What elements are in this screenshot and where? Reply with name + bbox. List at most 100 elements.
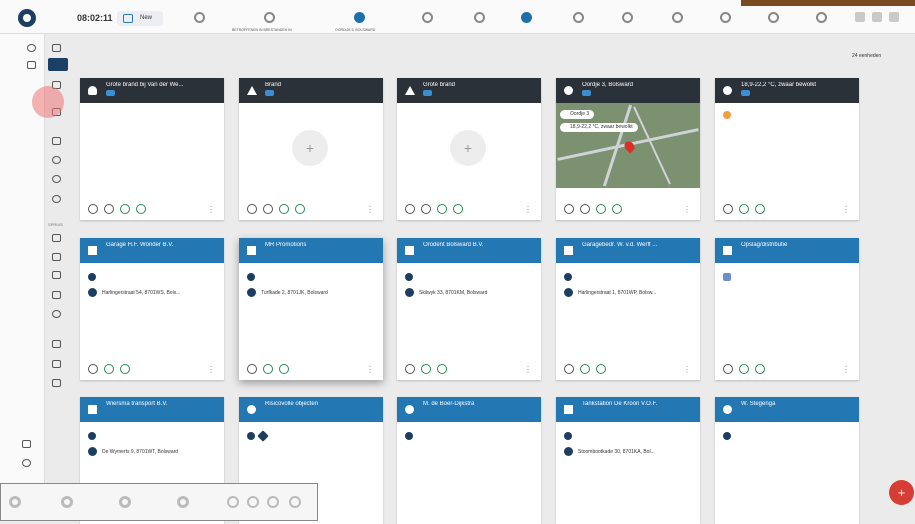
unit-icon[interactable] <box>755 204 765 214</box>
add-button[interactable]: + <box>450 130 486 166</box>
unit-icon[interactable] <box>247 204 257 214</box>
unit-icon[interactable] <box>723 204 733 214</box>
grid-icon[interactable] <box>22 440 31 448</box>
unit-icon[interactable] <box>564 204 574 214</box>
unit-icon[interactable] <box>672 12 683 23</box>
unit-icon[interactable] <box>723 364 733 374</box>
settings-icon[interactable] <box>855 12 865 22</box>
card-object[interactable]: Garagebedr. W. v.d. Werff ... Harlingers… <box>556 238 700 380</box>
unit-icon[interactable] <box>119 496 131 508</box>
unit-icon[interactable] <box>720 12 731 23</box>
search-icon[interactable] <box>27 44 36 52</box>
unit-icon[interactable] <box>295 204 305 214</box>
more-icon[interactable]: ⋮ <box>683 205 691 214</box>
unit-icon[interactable] <box>263 364 273 374</box>
more-icon[interactable]: ⋮ <box>366 205 374 214</box>
hourglass-icon[interactable] <box>872 12 882 22</box>
unit-icon[interactable] <box>573 12 584 23</box>
menu-icon[interactable] <box>889 12 899 22</box>
pin-icon[interactable] <box>289 496 301 508</box>
list-icon[interactable] <box>52 379 61 387</box>
unit-icon[interactable] <box>437 204 447 214</box>
unit-icon[interactable] <box>739 204 749 214</box>
card-incident[interactable]: Grote brand + ⋮ <box>397 78 541 220</box>
more-icon[interactable]: ⋮ <box>683 365 691 374</box>
card-object[interactable]: MR Promotions Turfkade 2, 8701JK, Bolswa… <box>239 238 383 380</box>
unit-icon[interactable] <box>88 364 98 374</box>
add-fab-button[interactable]: + <box>889 480 914 505</box>
target-icon[interactable] <box>52 175 61 183</box>
target-icon[interactable] <box>22 459 31 467</box>
unit-icon[interactable] <box>739 364 749 374</box>
card-incident[interactable]: Brand + ⋮ <box>239 78 383 220</box>
unit-icon[interactable] <box>88 204 98 214</box>
unit-icon[interactable] <box>422 12 433 23</box>
app-logo[interactable] <box>18 9 36 27</box>
target-icon[interactable] <box>52 310 61 318</box>
unit-icon[interactable] <box>437 364 447 374</box>
unit-icon[interactable] <box>768 12 779 23</box>
unit-icon[interactable] <box>596 204 606 214</box>
unit-icon[interactable] <box>474 12 485 23</box>
more-icon[interactable]: ⋮ <box>366 365 374 374</box>
grid-icon[interactable] <box>27 61 36 69</box>
chart-icon[interactable] <box>52 291 61 299</box>
location-icon[interactable] <box>354 12 365 23</box>
card-location[interactable]: Oordje 3, Bolsward Oordje 3 18,9-22,2 °C… <box>556 78 700 220</box>
map[interactable]: Oordje 3 18,9-22,2 °C, zwaar bewolkt <box>556 103 700 188</box>
share-icon[interactable] <box>52 137 61 145</box>
card-object[interactable]: M. de Boer-Dijkstra <box>397 397 541 524</box>
unit-icon[interactable] <box>177 496 189 508</box>
target-icon[interactable] <box>52 156 61 164</box>
unit-icon[interactable] <box>521 12 532 23</box>
link-icon[interactable] <box>263 204 273 214</box>
chevron-right-icon[interactable] <box>52 360 61 368</box>
target-icon[interactable] <box>52 195 61 203</box>
unit-icon[interactable] <box>816 12 827 23</box>
unit-icon[interactable] <box>61 496 73 508</box>
menu-icon[interactable] <box>267 496 279 508</box>
unit-icon[interactable] <box>453 204 463 214</box>
unit-icon[interactable] <box>405 204 415 214</box>
square-icon[interactable] <box>52 340 61 348</box>
more-icon[interactable]: ⋮ <box>842 365 850 374</box>
document-icon[interactable] <box>52 44 61 52</box>
building-icon[interactable] <box>52 253 61 261</box>
unit-icon[interactable] <box>279 204 289 214</box>
unit-icon[interactable] <box>564 364 574 374</box>
card-object[interactable]: Orodent Bolsward B.V. Skilwyk 33, 8701KM… <box>397 238 541 380</box>
add-button[interactable]: + <box>292 130 328 166</box>
more-icon[interactable]: ⋮ <box>524 205 532 214</box>
card-weather[interactable]: 18,9-22,2 °C, zwaar bewolkt ⋮ <box>715 78 859 220</box>
more-icon[interactable]: ⋮ <box>207 205 215 214</box>
settings-icon[interactable] <box>227 496 239 508</box>
unit-icon[interactable] <box>120 204 130 214</box>
card-object[interactable]: Tankstation De Kroon V.O.F. Stoombootkad… <box>556 397 700 524</box>
unit-icon[interactable] <box>612 204 622 214</box>
unit-icon[interactable] <box>596 364 606 374</box>
unit-icon[interactable] <box>104 364 114 374</box>
unit-icon[interactable] <box>120 364 130 374</box>
unit-icon[interactable] <box>247 364 257 374</box>
more-icon[interactable]: ⋮ <box>524 365 532 374</box>
link-icon[interactable] <box>580 204 590 214</box>
card-object[interactable]: Opslag/distributie ⋮ <box>715 238 859 380</box>
unit-icon[interactable] <box>421 364 431 374</box>
link-icon[interactable] <box>104 204 114 214</box>
card-object[interactable]: Garage H.F. Wonder B.V. Harlingerstraat … <box>80 238 224 380</box>
card-object[interactable]: W. Stegenga <box>715 397 859 524</box>
unit-icon[interactable] <box>622 12 633 23</box>
book-icon[interactable] <box>52 271 61 279</box>
hourglass-icon[interactable] <box>247 496 259 508</box>
incident-icon[interactable] <box>194 12 205 23</box>
unit-icon[interactable] <box>279 364 289 374</box>
sidebar-item-overview[interactable] <box>48 58 68 71</box>
unit-icon[interactable] <box>580 364 590 374</box>
new-button[interactable]: New <box>117 11 163 26</box>
unit-icon[interactable] <box>9 496 21 508</box>
unit-icon[interactable] <box>136 204 146 214</box>
card-incident[interactable]: Grote brand bij Van der We... ⋮ <box>80 78 224 220</box>
unit-icon[interactable] <box>755 364 765 374</box>
link-icon[interactable] <box>421 204 431 214</box>
location-icon[interactable] <box>264 12 275 23</box>
